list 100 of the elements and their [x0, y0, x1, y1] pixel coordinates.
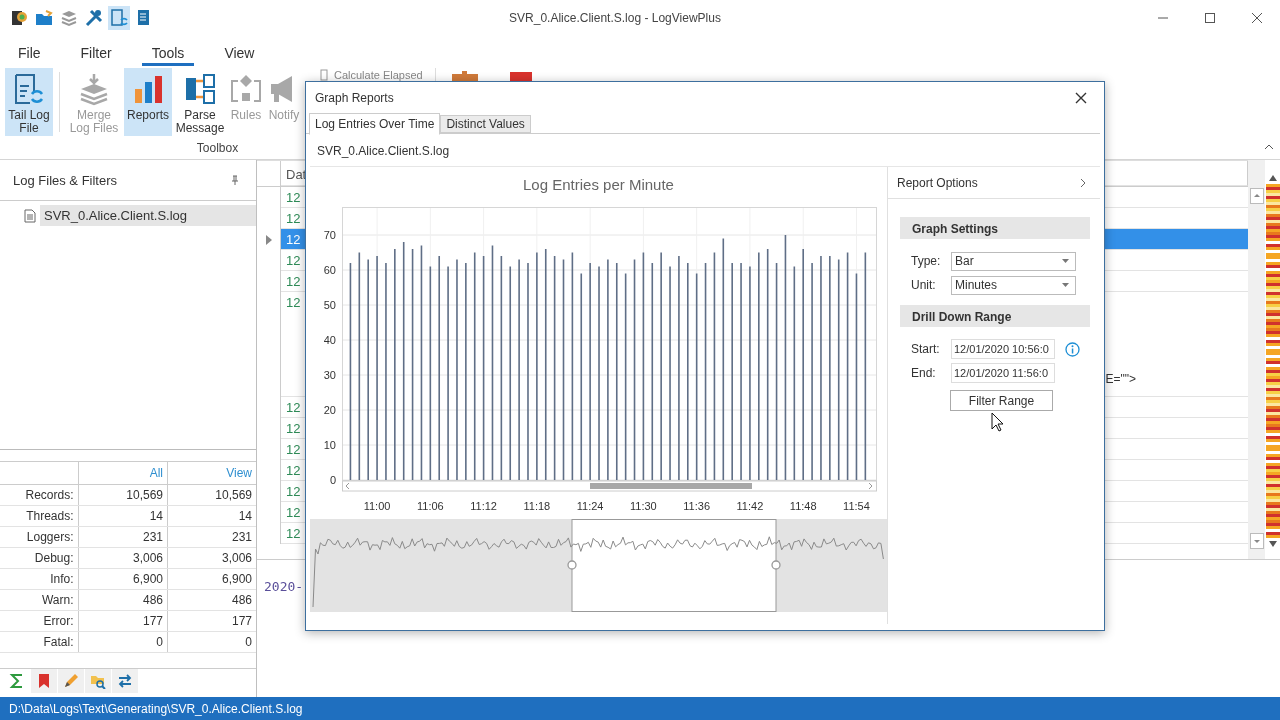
mouse-pointer-icon	[991, 412, 1004, 432]
maximize-icon	[1203, 12, 1216, 24]
timer-icon	[318, 69, 330, 81]
axis-label: 11:06	[416, 500, 444, 512]
axis-label: 11:30	[630, 500, 657, 512]
input-field[interactable]: 12/01/2020 10:56:0	[951, 339, 1055, 359]
dropdown[interactable]: Minutes	[951, 275, 1076, 295]
folder-icon	[35, 9, 53, 27]
vertical-scrollbar[interactable]	[1248, 160, 1265, 559]
menu-tab[interactable]: Filter	[70, 36, 122, 66]
axis-label: 70	[323, 229, 336, 241]
document-refresh-icon	[110, 9, 128, 27]
column-header[interactable]: View	[167, 461, 256, 485]
stat-value: 231	[167, 526, 256, 548]
status-text: D:\Data\Logs\Text\Generating\SVR_0.Alice.Client.S.log	[9, 701, 303, 716]
stat-label: Error:	[0, 610, 78, 632]
stat-label: Debug:	[0, 547, 78, 569]
dropdown[interactable]: Bar	[951, 251, 1076, 271]
stat-value: 3,006	[167, 547, 256, 569]
flag-icon	[510, 71, 532, 81]
split-list-icon	[183, 72, 217, 106]
stat-value: 231	[78, 526, 168, 548]
filter-range-button[interactable]: Filter Range	[950, 390, 1053, 411]
stat-label: Fatal:	[0, 631, 78, 653]
stat-value: 177	[78, 610, 168, 632]
dropdown-arrow-icon	[1062, 259, 1069, 263]
swap-arrows-icon	[117, 673, 133, 689]
axis-label: 30	[323, 369, 336, 381]
cell-text: E="">	[1105, 372, 1136, 386]
dropdown-arrow-icon	[1062, 283, 1069, 287]
stat-value: 3,006	[78, 547, 168, 569]
ribbon-button[interactable]: Parse Message	[174, 68, 226, 136]
layers-icon	[60, 9, 78, 27]
tree-item[interactable]: SVR_0.Alice.Client.S.log	[40, 205, 256, 226]
stat-value: 6,900	[167, 568, 256, 590]
dialog-title: Graph Reports	[315, 90, 394, 105]
stat-value: 14	[167, 505, 256, 527]
panel-tab[interactable]	[85, 669, 112, 693]
scroll-up-icon	[1249, 188, 1264, 204]
axis-label: 50	[323, 299, 336, 311]
axis-label: 20	[323, 404, 336, 416]
tools-icon	[85, 9, 103, 27]
file-name: SVR_0.Alice.Client.S.log	[316, 143, 451, 160]
stat-label: Info:	[0, 568, 78, 590]
field-label: Type:	[911, 254, 942, 268]
axis-label: 11:48	[789, 500, 817, 512]
scroll-down-icon	[1249, 533, 1264, 549]
panel-title: Report Options	[897, 175, 978, 190]
ribbon-button[interactable]: Reports	[124, 68, 172, 136]
chart-title: Log Entries per Minute	[522, 175, 675, 195]
ribbon-button[interactable]: Tail Log File	[5, 68, 53, 136]
file-icon	[24, 208, 36, 223]
stat-value: 6,900	[78, 568, 168, 590]
panel-tab[interactable]	[112, 669, 139, 693]
stat-value: 0	[167, 631, 256, 653]
input-field[interactable]: 12/01/2020 11:56:0	[951, 363, 1055, 383]
menu-tab[interactable]: File	[8, 36, 51, 66]
menu-tab[interactable]: View	[214, 36, 265, 66]
pin-icon	[230, 175, 240, 185]
close-icon	[1075, 91, 1087, 104]
axis-label: 10	[323, 439, 336, 451]
sum-icon	[9, 673, 25, 689]
document-refresh-icon	[12, 72, 46, 106]
axis-label: 11:24	[576, 500, 604, 512]
panel-tab[interactable]	[31, 669, 58, 693]
expand-button[interactable]	[1078, 176, 1088, 189]
bookmark-icon	[36, 673, 52, 689]
panel-tab[interactable]	[58, 669, 85, 693]
chevron-right-icon	[1080, 177, 1086, 188]
folder-search-icon	[90, 673, 106, 689]
axis-label: 11:36	[683, 500, 711, 512]
stat-value: 14	[78, 505, 168, 527]
stat-value: 0	[78, 631, 168, 653]
down-arrow-icon	[1267, 540, 1278, 548]
axis-label: 11:00	[363, 500, 391, 512]
range-handle	[771, 560, 781, 570]
panel-title: Log Files & Filters	[13, 172, 118, 188]
axis-label: 11:18	[523, 500, 551, 512]
stat-value: 177	[167, 610, 256, 632]
field-label: Unit:	[911, 278, 937, 292]
stat-label: Records:	[0, 484, 78, 506]
stat-label: Threads:	[0, 505, 78, 527]
app-logo-icon	[10, 9, 28, 27]
range-handle	[567, 560, 577, 570]
group-label: Toolbox	[196, 141, 239, 155]
stat-value: 486	[78, 589, 168, 611]
stat-value: 10,569	[78, 484, 168, 506]
tab[interactable]: Distinct Values	[440, 115, 531, 133]
stat-value: 486	[167, 589, 256, 611]
message-text: 2020-	[264, 579, 304, 594]
column-header[interactable]: All	[78, 461, 168, 485]
close-icon	[1250, 12, 1263, 24]
tab[interactable]: Log Entries Over Time	[309, 113, 441, 135]
field-label: Start:	[911, 342, 941, 356]
stat-value: 10,569	[167, 484, 256, 506]
up-arrow-icon	[1267, 174, 1278, 182]
axis-label: 11:42	[736, 500, 764, 512]
ruler-icon	[452, 71, 478, 81]
section-header: Drill Down Range	[900, 305, 1090, 327]
axis-label: 40	[323, 334, 336, 346]
